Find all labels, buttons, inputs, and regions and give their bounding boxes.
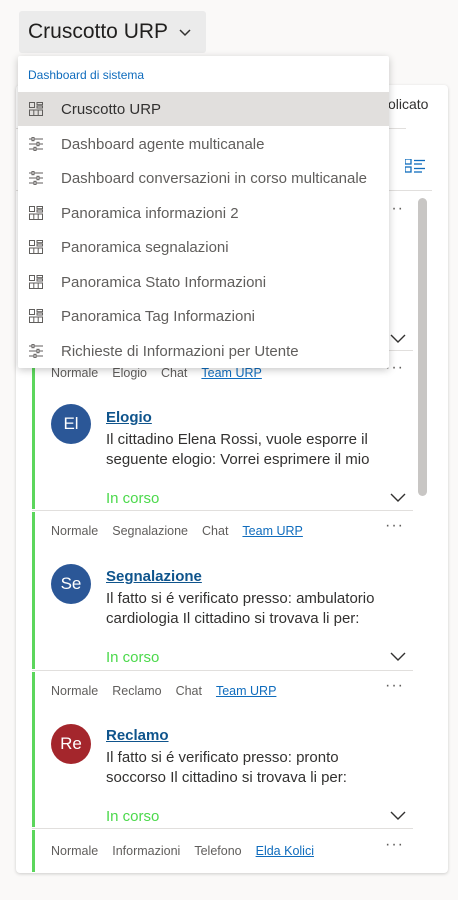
avatar: El [51,404,91,444]
dashboard-selector-button[interactable]: Cruscotto URP [19,11,206,53]
divider [32,510,413,511]
more-options-icon[interactable]: ··· [385,677,404,695]
dropdown-item-label: Panoramica Stato Informazioni [61,273,267,291]
dropdown-item-panoramica-stato-informazioni[interactable]: Panoramica Stato Informazioni [18,265,389,299]
more-options-icon[interactable]: ··· [385,517,404,535]
chevron-down-icon [179,29,191,37]
dropdown-item-panoramica-tag-informazioni[interactable]: Panoramica Tag Informazioni [18,299,389,333]
owner-link[interactable]: Team URP [201,366,261,380]
interactive-dashboard-icon [29,137,43,151]
channel-label: Chat [175,684,202,698]
dropdown-item-dashboard-agente-multicanale[interactable]: Dashboard agente multicanale [18,127,389,161]
owner-link[interactable]: Elda Kolici [256,844,314,858]
card-meta: Normale Reclamo Chat Team URP [51,682,290,700]
divider [32,828,413,829]
grid-dashboard-icon [29,102,43,116]
card-title-link[interactable]: Elogio [106,409,152,426]
channel-label: Telefono [194,844,242,858]
more-options-icon[interactable]: ··· [385,836,404,854]
dropdown-item-cruscotto-urp[interactable]: Cruscotto URP [18,92,389,126]
card-meta: Normale Segnalazione Chat Team URP [51,522,317,540]
dropdown-item-label: Panoramica segnalazioni [61,238,229,256]
grid-dashboard-icon [29,309,43,323]
dropdown-section-header: Dashboard di sistema [28,68,145,82]
interactive-dashboard-icon [29,344,43,358]
dashboard-title: Cruscotto URP [28,20,169,43]
card-description: Il cittadino Elena Rossi, vuole esporre … [106,431,370,468]
grid-dashboard-icon [29,240,43,254]
status-accent-bar [32,351,35,509]
dropdown-item-label: Dashboard conversazioni in corso multica… [61,169,367,187]
avatar: Se [51,564,91,604]
dropdown-item-label: Cruscotto URP [61,100,162,118]
avatar: Re [51,724,91,764]
owner-link[interactable]: Team URP [216,684,276,698]
chevron-down-icon[interactable] [389,491,407,503]
card-title-link[interactable]: Segnalazione [106,568,202,585]
dropdown-item-label: Panoramica Tag Informazioni [61,307,255,325]
channel-label: Chat [161,366,188,380]
priority-label: Normale [51,684,99,698]
chevron-down-icon[interactable] [389,332,407,344]
status-accent-bar [32,830,35,872]
chevron-down-icon[interactable] [389,809,407,821]
dropdown-item-panoramica-informazioni-2[interactable]: Panoramica informazioni 2 [18,196,389,230]
card-meta: Normale Informazioni Telefono Elda Kolic… [51,842,328,860]
status-label: In corso [106,649,160,666]
grid-dashboard-icon [29,206,43,220]
owner-link[interactable]: Team URP [242,524,302,538]
dashboard-dropdown-menu: Dashboard di sistema Cruscotto URP Dashb… [18,56,389,368]
chevron-down-icon[interactable] [389,650,407,662]
dropdown-item-richieste-informazioni-utente[interactable]: Richieste di Informazioni per Utente [18,334,389,368]
priority-label: Normale [51,524,99,538]
priority-label: Normale [51,366,99,380]
divider [32,670,413,671]
channel-label: Chat [202,524,229,538]
status-accent-bar [32,672,35,827]
priority-label: Normale [51,844,99,858]
status-label: In corso [106,808,160,825]
dropdown-item-label: Richieste di Informazioni per Utente [61,342,299,360]
card-description: Il fatto si é verificato presso: pronto … [106,749,347,786]
scrollbar-thumb[interactable] [418,198,427,496]
card-title-link[interactable]: Reclamo [106,727,169,744]
type-label: Reclamo [112,684,162,698]
list-view-icon[interactable] [405,159,425,173]
status-label: In corso [106,490,160,507]
dropdown-item-label: Dashboard agente multicanale [61,135,265,153]
grid-dashboard-icon [29,275,43,289]
interactive-dashboard-icon [29,171,43,185]
type-label: Elogio [112,366,147,380]
card-description: Il fatto si é verificato presso: ambulat… [106,590,375,627]
dropdown-item-panoramica-segnalazioni[interactable]: Panoramica segnalazioni [18,230,389,264]
partial-header-text: olicato [388,96,429,112]
type-label: Informazioni [112,844,181,858]
type-label: Segnalazione [112,524,189,538]
status-accent-bar [32,512,35,669]
dropdown-item-dashboard-conversazioni[interactable]: Dashboard conversazioni in corso multica… [18,161,389,195]
dropdown-item-label: Panoramica informazioni 2 [61,204,239,222]
